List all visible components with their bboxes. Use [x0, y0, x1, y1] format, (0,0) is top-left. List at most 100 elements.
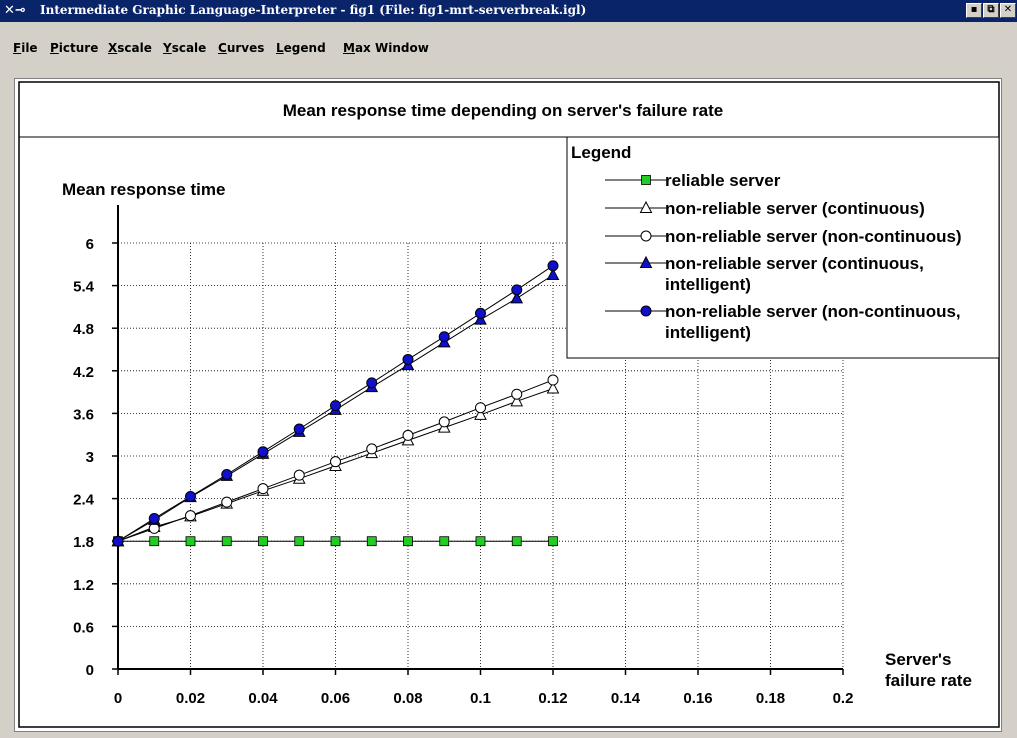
- y-tick-label: 0.6: [73, 619, 94, 636]
- data-point: [330, 456, 341, 468]
- data-point: [221, 468, 233, 480]
- data-point: [221, 496, 233, 508]
- y-tick-label: 1.2: [73, 577, 94, 594]
- legend-marker: [640, 305, 652, 317]
- legend-label: intelligent): [665, 323, 751, 342]
- menu-picture[interactable]: Picture: [50, 41, 98, 55]
- data-point: [330, 536, 341, 547]
- x-tick-label: 0: [114, 690, 122, 707]
- data-point: [366, 536, 377, 547]
- menu-xscale-label: scale: [117, 41, 152, 55]
- data-point: [439, 536, 450, 547]
- x-tick-label: 0.04: [248, 690, 278, 707]
- menu-legend[interactable]: Legend: [276, 41, 326, 55]
- y-tick-label: 4.8: [73, 321, 94, 338]
- data-point: [475, 536, 486, 547]
- y-tick-label: 5.4: [73, 279, 95, 296]
- legend-marker: [641, 175, 651, 185]
- minimize-icon[interactable]: ▪: [966, 3, 982, 18]
- window-title: Intermediate Graphic Language-Interprete…: [40, 3, 587, 17]
- data-point: [511, 536, 522, 547]
- x-tick-label: 0.2: [833, 690, 854, 707]
- menu-file[interactable]: File: [13, 41, 38, 55]
- data-point: [547, 260, 559, 272]
- legend-label: non-reliable server (non-continuous): [665, 227, 962, 246]
- chart-canvas: Mean response time depending on server's…: [18, 81, 1000, 728]
- data-point: [185, 510, 196, 522]
- data-point: [112, 535, 124, 547]
- data-point: [548, 536, 558, 547]
- data-point: [148, 512, 160, 524]
- menu-max-window-label: ax Window: [354, 41, 429, 55]
- menu-picture-label: icture: [58, 41, 99, 55]
- legend-title: Legend: [571, 143, 631, 162]
- x-tick-label: 0.02: [176, 690, 205, 707]
- data-point: [511, 388, 523, 400]
- data-point: [330, 400, 341, 412]
- data-point: [148, 522, 160, 534]
- data-point: [402, 429, 414, 441]
- data-point: [402, 353, 414, 365]
- menu-yscale[interactable]: Yscale: [163, 41, 206, 55]
- legend-marker: [640, 230, 652, 242]
- x-tick-label: 0.12: [538, 690, 567, 707]
- menu-legend-mnemonic: L: [276, 41, 284, 55]
- menu-curves-mnemonic: C: [218, 41, 227, 55]
- data-point: [258, 536, 268, 547]
- data-point: [438, 331, 450, 343]
- menu-bar: File Picture Xscale Yscale Curves Legend…: [0, 22, 1017, 76]
- data-point: [293, 469, 305, 481]
- legend-label: non-reliable server (continuous,: [665, 254, 924, 273]
- menu-xscale-mnemonic: X: [108, 41, 118, 55]
- menu-max-window[interactable]: Max Window: [343, 41, 429, 55]
- menu-curves-label: urves: [226, 41, 265, 55]
- title-bar[interactable]: ✕⊸ Intermediate Graphic Language-Interpr…: [0, 0, 1017, 22]
- y-tick-label: 3: [86, 449, 94, 466]
- x-terminal-icon[interactable]: ✕⊸: [4, 2, 34, 20]
- data-point: [149, 536, 160, 547]
- data-point: [185, 490, 196, 502]
- data-point: [185, 536, 196, 547]
- maximize-icon[interactable]: ⧉: [983, 3, 999, 18]
- data-point: [257, 446, 269, 458]
- data-point: [221, 536, 232, 547]
- menu-picture-mnemonic: P: [50, 41, 59, 55]
- data-point: [366, 377, 378, 389]
- data-point: [294, 536, 305, 547]
- menu-yscale-label: scale: [171, 41, 207, 55]
- data-point: [475, 307, 486, 319]
- menu-yscale-mnemonic: Y: [163, 41, 172, 55]
- y-tick-label: 6: [86, 236, 94, 253]
- menu-file-mnemonic: F: [13, 41, 22, 55]
- data-point: [257, 483, 269, 495]
- menu-curves[interactable]: Curves: [218, 41, 264, 55]
- x-tick-label: 0.18: [756, 690, 785, 707]
- legend-label: non-reliable server (non-continuous,: [665, 302, 961, 321]
- menu-legend-label: egend: [283, 41, 326, 55]
- chart-title: Mean response time depending on server's…: [283, 101, 724, 120]
- data-point: [366, 443, 378, 455]
- legend-label: reliable server: [665, 171, 781, 190]
- data-point: [403, 536, 413, 547]
- x-tick-label: 0.14: [611, 690, 641, 707]
- x-tick-label: 0.1: [470, 690, 491, 707]
- data-point: [511, 284, 523, 296]
- y-tick-label: 2.4: [73, 492, 95, 509]
- menu-max-window-mnemonic: M: [343, 41, 355, 55]
- x-tick-label: 0.06: [321, 690, 350, 707]
- data-point: [438, 416, 450, 428]
- x-tick-label: 0.08: [393, 690, 422, 707]
- x-axis-label-line-2: failure rate: [885, 671, 972, 690]
- close-icon[interactable]: ✕: [1000, 3, 1016, 18]
- y-tick-label: 0: [86, 662, 94, 679]
- x-axis-label-line-1: Server's: [885, 650, 951, 669]
- legend-label: intelligent): [665, 275, 751, 294]
- menu-xscale[interactable]: Xscale: [108, 41, 152, 55]
- data-point: [547, 374, 559, 386]
- legend[interactable]: Legend reliable server non-reliable serve…: [566, 136, 1000, 359]
- data-point: [475, 402, 486, 414]
- legend-label: non-reliable server (continuous): [665, 199, 925, 218]
- menu-file-label: ile: [21, 41, 38, 55]
- data-point: [293, 423, 305, 435]
- y-tick-label: 4.2: [73, 364, 94, 381]
